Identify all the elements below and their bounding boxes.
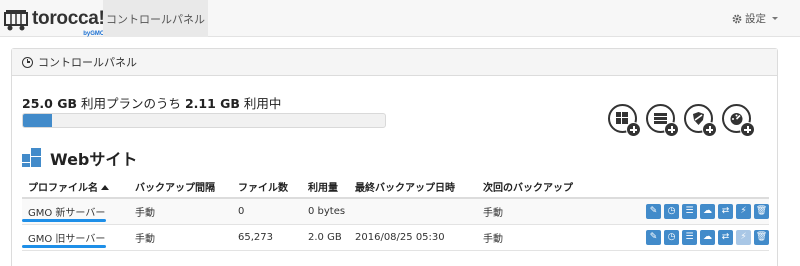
add-site-button[interactable] bbox=[608, 104, 641, 137]
highlight-underline bbox=[22, 244, 106, 248]
gear-icon bbox=[732, 14, 742, 23]
control-panel: コントロールパネル 25.0 GB 利用プランのうち 2.11 GB 利用中 W… bbox=[11, 48, 778, 266]
used-suffix: 利用中 bbox=[239, 96, 282, 111]
website-table: プロファイル名 バックアップ間隔 ファイル数 利用量 最終バックアップ日時 次回… bbox=[22, 175, 769, 251]
backup-button[interactable]: ☁ bbox=[700, 229, 715, 245]
plus-icon bbox=[626, 122, 641, 137]
profile-name-cell[interactable]: GMO 新サーバー bbox=[22, 198, 135, 225]
clock-icon bbox=[22, 56, 33, 68]
files-cell: 0 bbox=[238, 198, 308, 225]
sync-button[interactable]: ⇄ bbox=[718, 229, 733, 245]
backup-button[interactable]: ☁ bbox=[700, 203, 715, 219]
table-row: GMO 新サーバー 手動 0 0 bytes 手動 ✎ ◷ ☰ ☁ ⇄ ⚡ 🗑 bbox=[22, 198, 769, 225]
restore-button[interactable]: ⚡ bbox=[736, 229, 751, 245]
profile-name[interactable]: GMO 新サーバー bbox=[28, 208, 105, 219]
table-row: GMO 旧サーバー 手動 65,273 2.0 GB 2016/08/25 05… bbox=[22, 224, 769, 251]
add-security-button[interactable] bbox=[684, 104, 717, 137]
table-header-row: プロファイル名 バックアップ間隔 ファイル数 利用量 最終バックアップ日時 次回… bbox=[22, 175, 769, 199]
add-monitor-button[interactable] bbox=[722, 104, 755, 137]
nav-tab-control-panel[interactable]: コントロールパネル bbox=[103, 0, 208, 37]
edit-button[interactable]: ✎ bbox=[646, 203, 661, 219]
brand-name: torocca! byGMO bbox=[32, 8, 105, 37]
plus-icon bbox=[702, 122, 717, 137]
usage-progress-bar bbox=[22, 113, 386, 128]
plan-suffix: 利用プランのうち bbox=[76, 96, 185, 111]
brand-sub: byGMO bbox=[83, 31, 105, 37]
restore-button[interactable]: ⚡ bbox=[736, 203, 751, 219]
settings-label: 設定 bbox=[745, 13, 766, 25]
delete-button[interactable]: 🗑 bbox=[754, 203, 769, 219]
list-button[interactable]: ☰ bbox=[682, 203, 697, 219]
add-database-button[interactable] bbox=[646, 104, 679, 137]
usage-cell: 2.0 GB bbox=[308, 224, 355, 251]
section-title-text: Webサイト bbox=[50, 150, 138, 169]
schedule-button[interactable]: ◷ bbox=[664, 229, 679, 245]
header-backup-interval: バックアップ間隔 bbox=[135, 175, 238, 199]
edit-button[interactable]: ✎ bbox=[646, 229, 661, 245]
interval-cell: 手動 bbox=[135, 198, 238, 225]
plan-size: 25.0 GB bbox=[22, 96, 77, 111]
last-backup-cell bbox=[355, 198, 483, 225]
settings-menu[interactable]: 設定 bbox=[732, 11, 778, 26]
list-button[interactable]: ☰ bbox=[682, 229, 697, 245]
highlight-underline bbox=[22, 218, 106, 222]
chevron-down-icon bbox=[772, 17, 778, 20]
usage-progress-fill bbox=[23, 114, 52, 127]
next-backup-cell: 手動 bbox=[483, 224, 627, 251]
row-actions: ✎ ◷ ☰ ☁ ⇄ ⚡ 🗑 bbox=[646, 229, 769, 245]
interval-cell: 手動 bbox=[135, 224, 238, 251]
files-cell: 65,273 bbox=[238, 224, 308, 251]
sort-asc-icon bbox=[101, 185, 109, 190]
brand-logo[interactable]: torocca! byGMO bbox=[4, 3, 105, 37]
header-usage: 利用量 bbox=[308, 175, 355, 199]
plus-icon bbox=[740, 122, 755, 137]
usage-summary: 25.0 GB 利用プランのうち 2.11 GB 利用中 bbox=[22, 93, 281, 112]
profile-name-cell[interactable]: GMO 旧サーバー bbox=[22, 224, 135, 251]
delete-button[interactable]: 🗑 bbox=[754, 229, 769, 245]
panel-heading: コントロールパネル bbox=[12, 49, 777, 76]
profile-name[interactable]: GMO 旧サーバー bbox=[28, 234, 105, 245]
usage-cell: 0 bytes bbox=[308, 198, 355, 225]
top-navbar: torocca! byGMO コントロールパネル 設定 bbox=[0, 0, 800, 37]
mine-cart-icon bbox=[4, 6, 28, 32]
header-file-count: ファイル数 bbox=[238, 175, 308, 199]
plus-icon bbox=[664, 122, 679, 137]
sync-button[interactable]: ⇄ bbox=[718, 203, 733, 219]
header-profile-name[interactable]: プロファイル名 bbox=[22, 175, 135, 199]
header-next-backup: 次回のバックアップ bbox=[483, 175, 627, 199]
row-actions: ✎ ◷ ☰ ☁ ⇄ ⚡ 🗑 bbox=[646, 203, 769, 219]
website-icon bbox=[22, 148, 42, 168]
used-size: 2.11 GB bbox=[184, 96, 240, 111]
header-last-backup: 最終バックアップ日時 bbox=[355, 175, 483, 199]
last-backup-cell: 2016/08/25 05:30 bbox=[355, 224, 483, 251]
next-backup-cell: 手動 bbox=[483, 198, 627, 225]
schedule-button[interactable]: ◷ bbox=[664, 203, 679, 219]
websites-section-title: Webサイト bbox=[22, 146, 137, 170]
panel-title: コントロールパネル bbox=[38, 56, 137, 69]
add-actions bbox=[608, 104, 755, 137]
